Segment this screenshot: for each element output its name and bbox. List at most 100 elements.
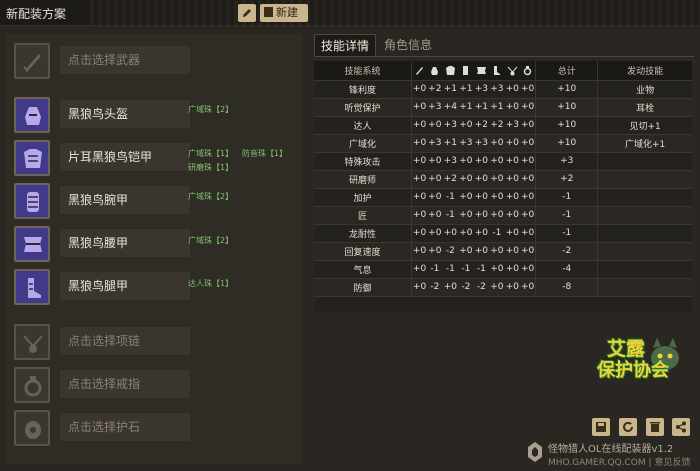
skill-value-cell: +4 [442,98,459,117]
skill-total-cell: +2 [535,170,598,189]
skill-total-cell: -1 [535,206,598,225]
feedback-link[interactable]: 意见反馈 [654,458,690,468]
tab-skill-details[interactable]: 技能详情 [314,34,376,56]
skill-value-cell: +0 [411,206,428,225]
header-chest [442,61,459,81]
slot-talisman-label: 点击选择护石 [60,413,190,441]
slot-waist[interactable]: 黑狼鸟腰甲 [14,226,204,262]
skill-value-cell: +0 [520,260,536,279]
skill-value-cell: +0 [411,224,428,243]
skill-value-cell: +0 [442,278,459,297]
skill-value-cell: +0 [520,278,536,297]
header-legs [489,61,505,81]
game-logo-icon [528,442,542,462]
skill-value-cell: +1 [489,98,505,117]
skill-value-cell: -1 [427,260,443,279]
skill-value-cell: +0 [411,278,428,297]
skill-value-cell: +0 [489,188,505,207]
skill-value-cell: +0 [458,116,474,135]
slot-arms-label: 黑狼鸟腕甲 [60,186,190,214]
trash-icon [650,422,660,432]
active-skill-cell [597,224,692,243]
table-row: 研磨师 +0 +0 +2 +0 +0 +0 +0 +0 +2 [314,170,692,189]
slot-charm[interactable]: 点击选择项链 [14,324,204,360]
pencil-icon [243,9,251,17]
chest-gem-1: 广域珠【1】 [188,149,234,158]
header-pattern [90,0,700,26]
table-row: 回复速度 +0 +0 -2 +0 +0 +0 +0 +0 -2 [314,242,692,261]
active-skill-cell [597,152,692,171]
skill-value-cell: +1 [442,134,459,153]
skill-value-cell: +0 [411,116,428,135]
header-weapon [411,61,428,81]
skill-value-cell: +0 [520,134,536,153]
skill-value-cell: +0 [411,134,428,153]
slot-chest[interactable]: 片耳黑狼鸟铠甲 [14,140,204,176]
skill-total-cell: -4 [535,260,598,279]
slot-talisman[interactable]: 点击选择护石 [14,410,204,446]
refresh-button[interactable] [619,418,637,436]
slot-head[interactable]: 黑狼鸟头盔 [14,97,204,133]
waist-armor-icon [476,66,486,74]
skill-value-cell: +2 [489,116,505,135]
header-head [427,61,443,81]
slot-legs[interactable]: 黑狼鸟腿甲 [14,269,204,305]
legs-gem-1: 达人珠【1】 [188,279,234,288]
skill-value-cell: -2 [458,278,474,297]
skill-value-cell: +0 [473,152,490,171]
save-button[interactable] [592,418,610,436]
table-row: 听觉保护 +0 +3 +4 +1 +1 +1 +0 +0 +10 耳栓 [314,98,692,117]
slot-arms[interactable]: 黑狼鸟腕甲 [14,183,204,219]
skill-value-cell: +0 [427,116,443,135]
waist-gem-1: 广域珠【2】 [188,236,234,245]
header-active-skill: 发动技能 [597,61,692,81]
tab-character-info[interactable]: 角色信息 [378,34,440,56]
delete-button[interactable] [646,418,664,436]
skill-value-cell: +0 [520,98,536,117]
skill-value-cell: +0 [411,242,428,261]
skill-value-cell: +1 [458,98,474,117]
skill-value-cell: +0 [504,278,521,297]
skill-table: 技能系统 总计 发动技能 锋利度 +0 +2 +1 +1 +3 +3 +0 +0 +10 业物 听觉保… [314,61,692,297]
slot-head-label: 黑狼鸟头盔 [60,100,190,128]
skill-value-cell: +0 [504,170,521,189]
new-plan-button[interactable]: 新建 [260,4,308,22]
edit-button[interactable] [238,4,256,22]
skill-total-cell: -8 [535,278,598,297]
skill-value-cell: +1 [458,80,474,99]
new-plan-label: 新建 [276,6,298,19]
plan-title[interactable]: 新配装方案 [6,5,73,22]
skill-value-cell: +0 [520,116,536,135]
footer-site-link[interactable]: MHO.GAMER.QQ.COM [548,458,646,468]
skill-value-cell: +0 [489,260,505,279]
skill-value-cell: +0 [411,188,428,207]
skill-value-cell: +0 [489,242,505,261]
table-row: 匠 +0 +0 -1 +0 +0 +0 +0 +0 -1 [314,206,692,225]
slot-weapon[interactable]: 点击选择武器 [14,43,204,79]
skill-value-cell: +0 [411,260,428,279]
skill-value-cell: +0 [520,242,536,261]
skill-name-cell: 龙耐性 [314,224,413,243]
skill-value-cell: +0 [458,224,474,243]
greaves-icon [494,65,501,75]
top-bar: 新配装方案 新建 [0,0,700,26]
skill-value-cell: +0 [427,242,443,261]
skill-name-cell: 气息 [314,260,413,279]
skill-value-cell: +0 [489,206,505,225]
ring-icon [14,367,50,403]
footer-separator: | [648,458,652,468]
skill-total-cell: -1 [535,224,598,243]
footer-links: MHO.GAMER.QQ.COM | 意见反馈 [548,455,690,468]
skill-total-cell: -1 [535,188,598,207]
skill-value-cell: +0 [473,188,490,207]
header-charm [504,61,521,81]
header-ring [520,61,536,81]
slot-ring[interactable]: 点击选择戒指 [14,367,204,403]
table-row: 特殊攻击 +0 +0 +3 +0 +0 +0 +0 +0 +3 [314,152,692,171]
skill-value-cell: +2 [442,170,459,189]
skill-name-cell: 广域化 [314,134,413,153]
slot-weapon-label: 点击选择武器 [60,46,190,74]
skill-value-cell: +3 [473,80,490,99]
share-button[interactable] [672,418,690,436]
talisman-icon [14,410,50,446]
